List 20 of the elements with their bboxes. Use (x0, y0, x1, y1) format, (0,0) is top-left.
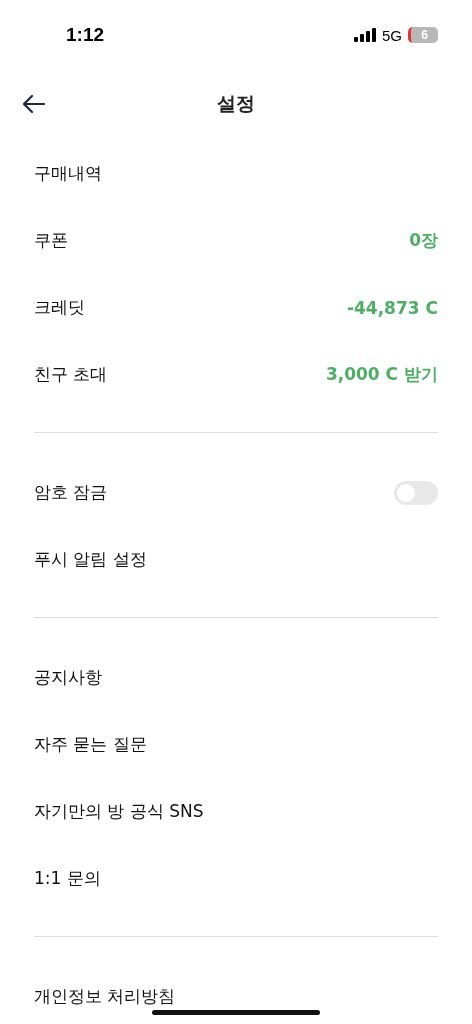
settings-item[interactable]: 자주 묻는 질문 (34, 733, 147, 756)
settings-item[interactable]: 1:1 문의 (34, 867, 101, 890)
settings-item[interactable]: 쿠폰 (34, 229, 68, 252)
status-time: 1:12 (66, 24, 105, 46)
settings-item[interactable]: 친구 초대 (34, 363, 108, 386)
page-title: 설정 (217, 91, 255, 116)
settings-item[interactable]: 크레딧 (34, 296, 85, 319)
network-label: 5G (382, 26, 402, 44)
settings-item[interactable]: 공지사항 (34, 666, 102, 689)
settings-item[interactable]: 암호 잠금 (34, 481, 108, 504)
battery-icon: 6 (408, 27, 438, 43)
item-value: 0장 (409, 229, 438, 252)
item-value: 3,000 C 받기 (325, 363, 438, 386)
settings-item[interactable]: 구매내역 (34, 162, 102, 185)
item-value: -44,873 C (346, 297, 438, 318)
back-button[interactable] (20, 92, 48, 116)
settings-item[interactable]: 푸시 알림 설정 (34, 548, 147, 571)
signal-icon (354, 28, 376, 42)
settings-item[interactable]: 자기만의 방 공식 SNS (34, 800, 204, 823)
settings-item[interactable]: 개인정보 처리방침 (34, 985, 176, 1008)
